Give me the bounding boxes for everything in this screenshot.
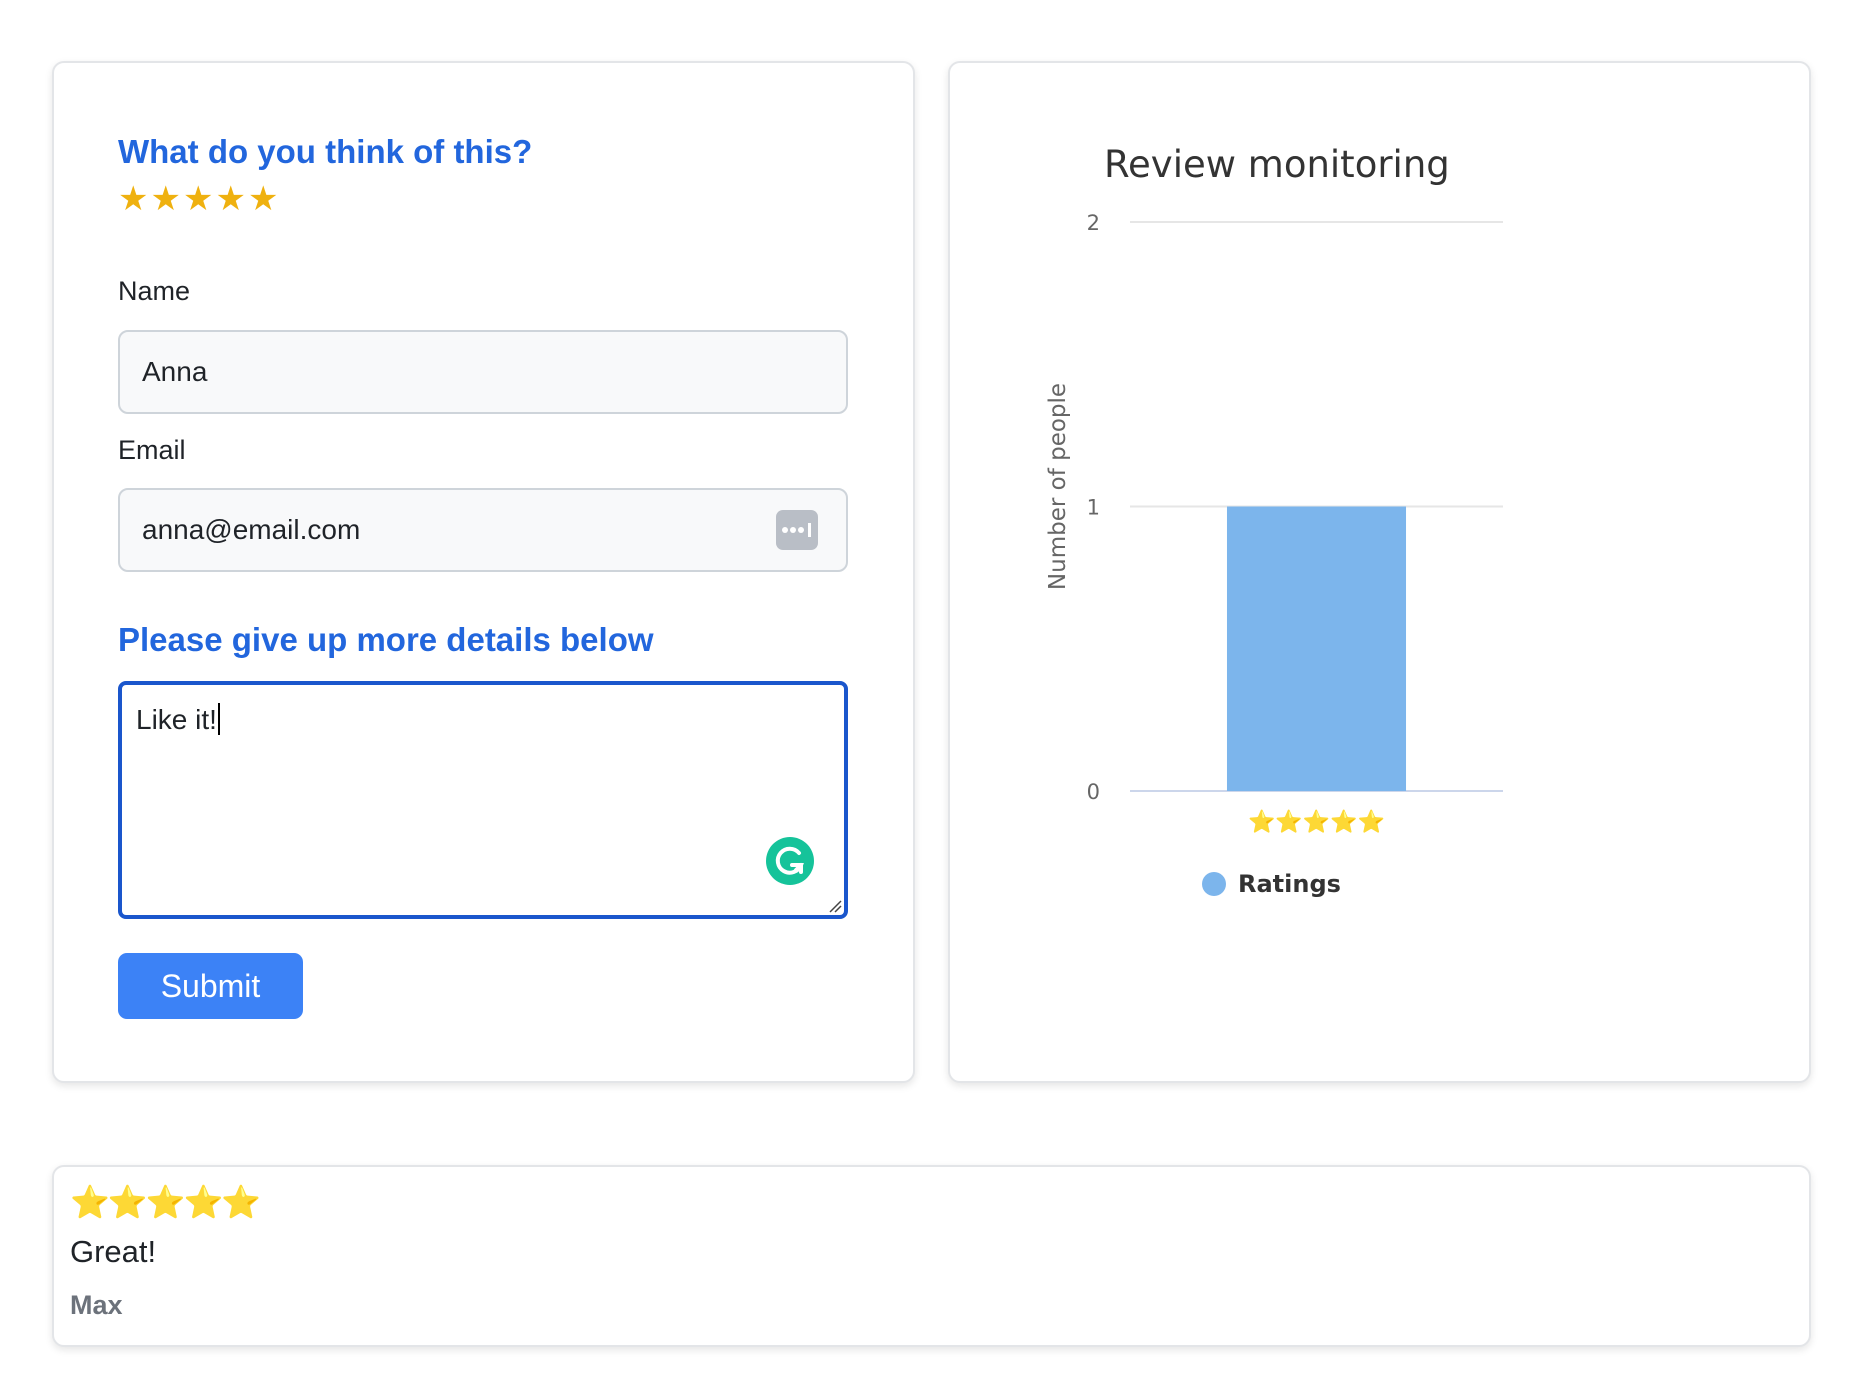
y-tick-label: 0 — [1087, 780, 1100, 804]
star-3-icon[interactable]: ★ — [183, 179, 213, 219]
star-5-icon[interactable]: ★ — [248, 179, 278, 219]
chart-legend[interactable]: Ratings — [1202, 870, 1341, 898]
bar — [1226, 506, 1407, 791]
legend-label: Ratings — [1238, 870, 1341, 898]
legend-marker — [1202, 872, 1226, 896]
submit-button[interactable]: Submit — [118, 953, 303, 1019]
email-label: Email — [118, 435, 186, 465]
y-tick-label: 2 — [1087, 211, 1100, 235]
details-textarea[interactable]: Like it! — [118, 681, 848, 919]
ratings-bar-chart: 0 1 2 Number of people ⭐⭐⭐⭐⭐ — [1045, 211, 1503, 835]
rating-question: What do you think of this? — [118, 133, 533, 170]
review-author: Max — [70, 1290, 123, 1320]
y-axis-title: Number of people — [1045, 383, 1071, 590]
details-textarea-value: Like it! — [136, 704, 217, 735]
review-text: Great! — [70, 1234, 157, 1269]
feedback-form-card: What do you think of this? ★ ★ ★ ★ ★ Name An… — [52, 61, 915, 1083]
email-input[interactable]: anna@email.com — [118, 488, 848, 572]
star-2-icon[interactable]: ★ — [150, 179, 180, 219]
grammarly-icon[interactable] — [766, 837, 814, 885]
password-manager-icon[interactable] — [776, 510, 818, 550]
y-tick-label: 1 — [1087, 496, 1100, 520]
review-card: ⭐⭐⭐⭐⭐ Great! Max — [52, 1165, 1811, 1347]
name-input-value: Anna — [142, 356, 208, 387]
email-input-value: anna@email.com — [142, 514, 361, 545]
name-label: Name — [118, 276, 191, 306]
star-1-icon[interactable]: ★ — [118, 179, 148, 219]
x-tick-label: ⭐⭐⭐⭐⭐ — [1248, 809, 1385, 835]
name-input[interactable]: Anna — [118, 330, 848, 414]
star-rating[interactable]: ★ ★ ★ ★ ★ — [118, 179, 278, 219]
text-caret — [217, 703, 220, 735]
details-heading: Please give up more details below — [118, 621, 654, 658]
star-4-icon[interactable]: ★ — [215, 179, 245, 219]
resize-handle-icon[interactable] — [828, 899, 842, 913]
review-chart-card: Review monitoring 0 1 2 Number of people ⭐⭐⭐… — [948, 61, 1811, 1083]
review-stars: ⭐⭐⭐⭐⭐ — [70, 1184, 261, 1220]
